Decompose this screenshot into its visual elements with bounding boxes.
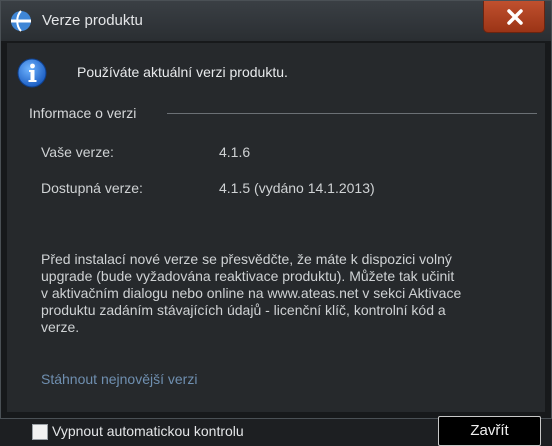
product-version-dialog: Verze produktu Používáte aktuální verzi … [0, 0, 552, 446]
close-icon [507, 9, 523, 25]
available-version-value: 4.1.5 (vydáno 14.1.2013) [219, 180, 375, 196]
notice-line: Před instalací nové verze se přesvědčte,… [41, 251, 452, 267]
download-latest-link[interactable]: Stáhnout nejnovější verzi [41, 370, 197, 388]
window-close-button[interactable] [483, 1, 545, 33]
available-version-label: Dostupná verze: [41, 180, 143, 196]
close-button[interactable]: Zavřít [438, 416, 541, 446]
current-version-label: Vaše verze: [41, 144, 114, 160]
upgrade-notice: Před instalací nové verze se přesvědčte,… [41, 251, 541, 336]
notice-line: upgrade (bude vyžadována reaktivace prod… [41, 268, 455, 284]
notice-line: produktu zadáním stávajících údajů - lic… [41, 302, 446, 318]
auto-check-checkbox[interactable] [32, 424, 48, 440]
dialog-body: Používáte aktuální verzi produktu. Infor… [7, 43, 545, 446]
app-logo-icon [11, 10, 31, 32]
notice-line: verze. [41, 319, 80, 335]
info-icon [17, 58, 47, 88]
section-title: Informace o verzi [29, 104, 145, 122]
window-title: Verze produktu [42, 12, 143, 29]
auto-check-label[interactable]: Vypnout automatickou kontrolu [52, 422, 244, 440]
notice-line: v aktivačním dialogu nebo online na www.… [41, 285, 462, 301]
section-divider [167, 113, 537, 114]
title-bar[interactable]: Verze produktu [1, 1, 551, 41]
status-message: Používáte aktuální verzi produktu. [77, 64, 288, 80]
current-version-value: 4.1.6 [219, 144, 251, 160]
